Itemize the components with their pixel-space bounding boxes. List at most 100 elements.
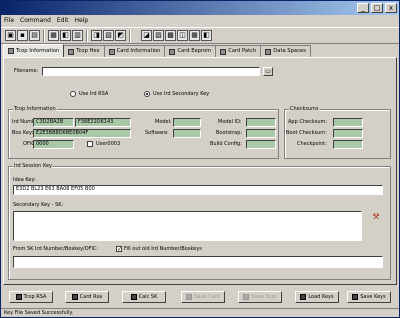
menu-file[interactable]: File <box>4 15 14 27</box>
menu-command[interactable]: Command <box>20 15 51 27</box>
model-id-field[interactable] <box>246 118 276 127</box>
key-icon <box>15 294 22 300</box>
save-card-button[interactable]: Save Card <box>181 291 225 303</box>
toolbar: ▣ ▪ ▤ ▦ ◧ ▥ ◨ ▧ ◩ ◪ ▨ ▩ ◫ ▦ ◧ <box>1 27 399 44</box>
tab-icon <box>8 48 14 54</box>
save-tcop-label: Save Tcop <box>251 294 277 300</box>
calc-sk-button[interactable]: Calc SK <box>122 291 166 303</box>
tab-card-information[interactable]: Card Information <box>103 45 166 57</box>
app-window: _ □ x File Command Edit Help ▣ ▪ ▤ ▦ ◧ ▥… <box>0 0 400 318</box>
ofic-field[interactable]: 0000 <box>33 140 74 149</box>
filename-label: Filename: <box>14 68 39 74</box>
tab-label: Tcop Information <box>16 47 60 54</box>
folder-open-icon[interactable]: ▭ <box>263 67 273 76</box>
tab-icon <box>220 48 227 55</box>
fill-out-checkbox[interactable]: ✓ <box>116 246 122 253</box>
save-card-label: Save Card <box>194 294 220 300</box>
use-ird-secondary-key-label: Use Ird Secondary Key <box>153 91 210 97</box>
model-label: Model: <box>155 119 172 125</box>
from-sk-label: From SK Ird Number/Boxkey/OFIC: <box>13 246 99 252</box>
secondary-key-label: Secondary Key - SK: <box>13 202 64 208</box>
tab-tcop-hex[interactable]: Tcop Hex <box>63 45 105 57</box>
model-field[interactable] <box>173 118 201 127</box>
tool-icon-2[interactable]: ◧ <box>60 30 71 41</box>
tab-card-eeprom[interactable]: Card Eeprom <box>164 45 217 57</box>
toolbar-separator <box>129 30 131 42</box>
tab-icon <box>265 48 272 55</box>
use-ird-secondary-key-radio[interactable] <box>144 91 150 97</box>
tab-card-patch[interactable]: Card Patch <box>215 45 262 57</box>
idea-key-label: Idea Key: <box>13 177 36 183</box>
save-icon <box>352 294 359 300</box>
software-field[interactable] <box>173 129 201 138</box>
box-keys-field[interactable]: E2E3BB8D6BE0B04F <box>33 129 131 138</box>
ird-session-key-title: Ird Session Key <box>13 163 53 169</box>
tab-icon <box>68 48 75 55</box>
menu-edit[interactable]: Edit <box>57 15 69 27</box>
use-ird-rsa-label: Use Ird RSA <box>79 91 109 97</box>
tool-icon-9[interactable]: ▩ <box>165 30 176 41</box>
maximize-button[interactable]: □ <box>371 3 383 13</box>
load-keys-button[interactable]: Load Keys <box>295 291 339 303</box>
tool-icon-12[interactable]: ◧ <box>201 30 212 41</box>
build-config-field[interactable] <box>246 140 276 149</box>
build-config-label: Build Config: <box>210 141 242 147</box>
toolbar-separator <box>86 30 88 42</box>
tab-label: Card Patch <box>228 48 257 54</box>
load-keys-label: Load Keys <box>308 294 334 300</box>
tool-icon-4[interactable]: ◨ <box>91 30 102 41</box>
fill-out-label: Fill out old Ird Number/Boxkeys <box>124 246 202 252</box>
tool-icon-10[interactable]: ◫ <box>177 30 188 41</box>
from-sk-field[interactable] <box>13 256 383 268</box>
card-icon <box>71 294 78 300</box>
toolbar-separator <box>43 30 45 42</box>
tab-strip: Tcop Information Tcop Hex Card Informati… <box>3 44 311 57</box>
title-bar: _ □ x <box>1 1 399 15</box>
ird-number-field[interactable]: C3D2BA2B <box>33 118 74 127</box>
tcop-information-group: Tcop Information Ird Number: C3D2BA2B F3… <box>8 106 279 159</box>
tcop-rsa-label: Tcop RSA <box>23 294 47 300</box>
filename-field[interactable] <box>42 67 260 76</box>
menu-help[interactable]: Help <box>75 15 89 27</box>
tab-icon <box>108 48 115 55</box>
tab-label: Tcop Hex <box>76 48 100 54</box>
tab-data-spaces[interactable]: Data Spaces <box>260 45 311 57</box>
use-ird-rsa-radio[interactable] <box>70 91 76 97</box>
tool-icon-8[interactable]: ▨ <box>153 30 164 41</box>
tab-tcop-information[interactable]: Tcop Information <box>3 44 65 57</box>
calculator-icon <box>130 294 137 300</box>
tool-icon-1[interactable]: ▦ <box>48 30 59 41</box>
secondary-key-field[interactable] <box>13 211 362 241</box>
app-checksum-label: App Checksum: <box>288 119 328 125</box>
checkpoint-field[interactable] <box>333 140 363 149</box>
app-checksum-field[interactable] <box>333 118 363 127</box>
save-icon[interactable]: ▪ <box>17 30 28 41</box>
calc-sk-label: Calc SK <box>138 294 158 300</box>
tab-label: Data Spaces <box>273 48 306 54</box>
boot-checksum-field[interactable] <box>333 129 363 138</box>
ird-number-field-2[interactable]: F38E22D6143 <box>75 118 131 127</box>
open-icon[interactable]: ▣ <box>5 30 16 41</box>
save-keys-button[interactable]: Save Keys <box>347 291 391 303</box>
tool-icon-5[interactable]: ▧ <box>103 30 114 41</box>
tab-icon <box>169 48 176 55</box>
bootstrap-field[interactable] <box>246 129 276 138</box>
checkpoint-label: Checkpoint: <box>297 141 327 147</box>
user-checkbox[interactable] <box>87 141 93 147</box>
close-button[interactable]: x <box>385 3 397 13</box>
checksums-title: Checksums <box>289 106 320 112</box>
hammer-icon[interactable]: ⚒ <box>371 213 381 222</box>
tool-icon-3[interactable]: ▥ <box>72 30 83 41</box>
status-bar: Key File Saved Successfully. <box>1 308 399 317</box>
print-icon[interactable]: ▤ <box>29 30 40 41</box>
model-id-label: Model ID: <box>218 119 242 125</box>
save-tcop-button[interactable]: Save Tcop <box>238 291 282 303</box>
tool-icon-7[interactable]: ◪ <box>141 30 152 41</box>
card-rsa-button[interactable]: Card Rsa <box>65 291 109 303</box>
idea-key-field[interactable]: E3D2 BL23 E63 BA08 EF05 B00 <box>13 185 383 195</box>
tcop-rsa-button[interactable]: Tcop RSA <box>9 291 53 303</box>
tool-icon-11[interactable]: ▦ <box>189 30 200 41</box>
software-label: Software: <box>145 130 169 136</box>
minimize-button[interactable]: _ <box>357 3 369 13</box>
tool-icon-6[interactable]: ◩ <box>115 30 126 41</box>
